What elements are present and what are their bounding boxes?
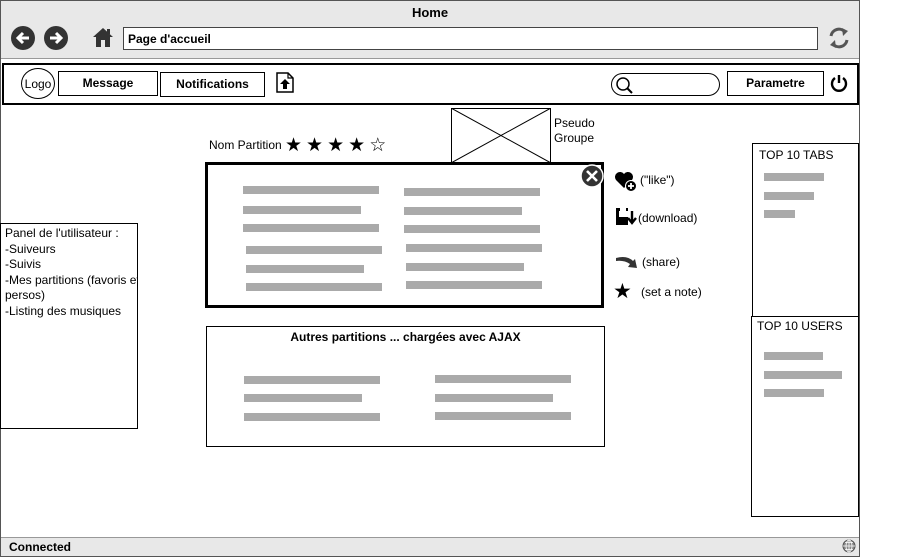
text-line — [404, 225, 540, 233]
text-line — [435, 412, 571, 420]
save-download-icon — [616, 208, 637, 225]
text-line — [244, 413, 380, 421]
text-line — [246, 283, 382, 291]
like-label: ("like") — [640, 173, 675, 187]
avatar — [450, 107, 552, 164]
rating-stars[interactable]: ★★★★☆ — [285, 136, 390, 156]
user-panel-item-my-partitions-cont[interactable]: persos) — [5, 288, 137, 304]
partition-name: Nom Partition — [209, 138, 282, 152]
user-panel-title: Panel de l'utilisateur : — [5, 226, 119, 240]
star-filled-icon[interactable]: ★ — [306, 135, 327, 156]
set-note-label: (set a note) — [641, 285, 702, 299]
text-line — [406, 244, 542, 252]
text-line — [404, 207, 522, 215]
window-title: Home — [411, 5, 449, 20]
text-line — [243, 186, 379, 194]
forward-button[interactable] — [44, 26, 68, 50]
connection-status: Connected — [9, 540, 72, 554]
top-tabs-title: TOP 10 TABS — [759, 148, 834, 162]
like-button[interactable] — [614, 170, 638, 192]
arrow-left-icon — [15, 31, 29, 45]
refresh-icon — [829, 27, 849, 49]
list-item[interactable] — [764, 173, 824, 181]
power-icon — [830, 75, 848, 92]
other-partitions-panel: Autres partitions ... chargées avec AJAX — [206, 326, 605, 447]
message-button[interactable]: Message — [58, 71, 158, 96]
upload-button[interactable] — [276, 72, 294, 93]
globe-icon — [842, 539, 856, 553]
power-button[interactable] — [829, 73, 849, 93]
arrow-right-icon — [50, 31, 64, 45]
user-panel-item-following[interactable]: -Suivis — [5, 257, 137, 273]
refresh-button[interactable] — [826, 25, 852, 51]
other-partitions-title: Autres partitions ... chargées avec AJAX — [290, 330, 521, 344]
close-button[interactable] — [580, 164, 604, 188]
notifications-button[interactable]: Notifications — [160, 72, 265, 97]
settings-button[interactable]: Parametre — [727, 71, 824, 96]
text-line — [406, 263, 524, 271]
text-line — [244, 394, 362, 402]
pseudo-label: Pseudo — [554, 116, 595, 130]
list-item[interactable] — [764, 389, 824, 397]
home-button[interactable] — [91, 25, 115, 49]
list-item[interactable] — [764, 210, 795, 218]
text-line — [243, 224, 379, 232]
user-panel-item-followers[interactable]: -Suiveurs — [5, 242, 137, 258]
close-icon — [580, 164, 604, 188]
top-users-title: TOP 10 USERS — [757, 319, 843, 333]
upload-file-icon — [276, 72, 294, 93]
search-input[interactable] — [611, 73, 720, 96]
download-label: (download) — [638, 211, 698, 225]
text-line — [243, 206, 361, 214]
user-panel: Panel de l'utilisateur : -Suiveurs -Suiv… — [0, 223, 138, 429]
home-icon — [93, 28, 113, 47]
user-panel-item-music-listing[interactable]: -Listing des musiques — [5, 304, 137, 320]
text-line — [435, 394, 553, 402]
text-line — [406, 281, 542, 289]
back-button[interactable] — [11, 26, 35, 50]
download-button[interactable] — [614, 206, 638, 228]
logo[interactable]: Logo — [21, 68, 55, 99]
search-icon — [616, 77, 633, 94]
text-line — [244, 376, 380, 384]
image-placeholder-icon — [450, 107, 552, 164]
text-line — [435, 375, 571, 383]
star-filled-icon[interactable]: ★ — [348, 135, 369, 156]
share-arrow-icon — [616, 257, 637, 268]
list-item[interactable] — [764, 192, 814, 200]
status-bar — [1, 537, 859, 556]
share-label: (share) — [642, 255, 681, 269]
group-label: Groupe — [554, 131, 595, 145]
user-panel-item-my-partitions[interactable]: -Mes partitions (favoris et — [5, 273, 137, 289]
list-item[interactable] — [764, 371, 842, 379]
star-filled-icon[interactable]: ★ — [327, 135, 348, 156]
text-line — [404, 188, 540, 196]
star-icon[interactable]: ★ — [613, 281, 632, 303]
list-item[interactable] — [764, 352, 823, 360]
share-button[interactable] — [614, 252, 640, 270]
text-line — [246, 265, 364, 273]
star-empty-icon[interactable]: ☆ — [369, 135, 390, 156]
text-line — [246, 246, 382, 254]
top-users-panel: TOP 10 USERS — [751, 316, 859, 517]
star-filled-icon[interactable]: ★ — [285, 135, 306, 156]
address-bar[interactable]: Page d'accueil — [123, 27, 818, 50]
partition-viewer — [205, 162, 604, 308]
heart-plus-icon — [615, 172, 637, 192]
top-tabs-panel: TOP 10 TABS — [752, 143, 859, 318]
